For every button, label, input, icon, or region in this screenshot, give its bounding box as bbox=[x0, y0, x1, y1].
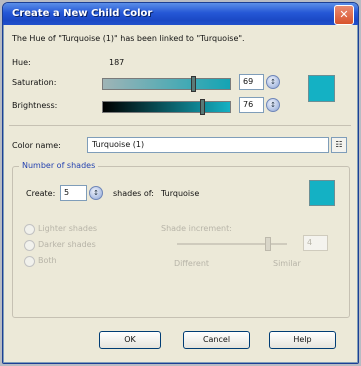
brightness-spinner[interactable]: ↕ bbox=[266, 98, 280, 112]
create-count-spinner[interactable]: ↕ bbox=[89, 186, 103, 200]
dialog-title: Create a New Child Color bbox=[12, 8, 153, 19]
close-icon: ✕ bbox=[339, 8, 349, 21]
lighter-shades-radio[interactable] bbox=[24, 224, 35, 235]
spinner-arrows-icon: ↕ bbox=[93, 189, 99, 197]
divider bbox=[9, 125, 351, 126]
help-button[interactable]: Help bbox=[269, 331, 336, 349]
create-label: Create: bbox=[26, 189, 56, 198]
color-preview-swatch bbox=[308, 75, 335, 102]
spinner-arrows-icon: ↕ bbox=[270, 101, 276, 109]
both-shades-radio[interactable] bbox=[24, 256, 35, 267]
saturation-slider[interactable] bbox=[102, 76, 231, 92]
shade-increment-label: Shade increment: bbox=[161, 224, 232, 233]
slider-different-label: Different bbox=[174, 259, 210, 268]
darker-shades-radio[interactable] bbox=[24, 240, 35, 251]
shades-preview-swatch bbox=[309, 180, 335, 206]
both-shades-label: Both bbox=[38, 256, 57, 265]
shade-increment-input[interactable]: 4 bbox=[303, 235, 328, 251]
darker-shades-label: Darker shades bbox=[38, 240, 96, 249]
slider-similar-label: Similar bbox=[273, 259, 301, 268]
title-bar[interactable]: Create a New Child Color ✕ bbox=[3, 3, 358, 25]
spinner-arrows-icon: ↕ bbox=[270, 78, 276, 86]
create-child-color-dialog: Create a New Child Color ✕ The Hue of "T… bbox=[2, 2, 359, 364]
lighter-shades-label: Lighter shades bbox=[38, 224, 98, 233]
linked-message: The Hue of "Turquoise (1)" has been link… bbox=[12, 34, 245, 43]
hue-value: 187 bbox=[109, 58, 125, 67]
saturation-label: Saturation: bbox=[12, 78, 57, 87]
ok-button[interactable]: OK bbox=[99, 331, 161, 349]
list-icon: ☷ bbox=[335, 140, 343, 149]
saturation-slider-thumb[interactable] bbox=[191, 76, 196, 92]
number-of-shades-legend: Number of shades bbox=[19, 161, 99, 170]
hue-label: Hue: bbox=[12, 58, 31, 67]
create-count-input[interactable]: 5 bbox=[60, 185, 87, 201]
shades-of-value: Turquoise bbox=[161, 189, 200, 198]
shade-increment-thumb[interactable] bbox=[265, 237, 271, 251]
saturation-input[interactable]: 69 bbox=[239, 74, 264, 90]
color-name-label: Color name: bbox=[12, 141, 61, 150]
brightness-slider[interactable] bbox=[102, 99, 231, 115]
shades-of-label: shades of: bbox=[113, 189, 154, 198]
close-button[interactable]: ✕ bbox=[334, 5, 354, 25]
brightness-input[interactable]: 76 bbox=[239, 97, 264, 113]
color-name-input[interactable]: Turquoise (1) bbox=[87, 137, 329, 153]
saturation-spinner[interactable]: ↕ bbox=[266, 75, 280, 89]
brightness-slider-thumb[interactable] bbox=[200, 99, 205, 115]
color-name-picker-button[interactable]: ☷ bbox=[331, 137, 347, 153]
cancel-button[interactable]: Cancel bbox=[183, 331, 250, 349]
brightness-label: Brightness: bbox=[12, 101, 58, 110]
